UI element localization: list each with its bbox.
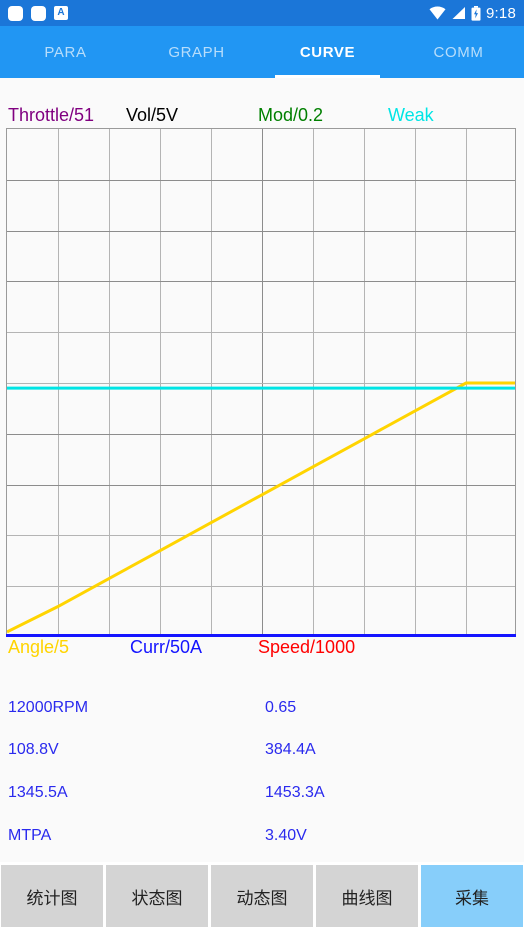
chart-series-angle-5 (7, 381, 515, 634)
readout-throttle-voltage: 3.40V (265, 827, 307, 844)
readout-row: 12000RPM 0.65 (0, 698, 524, 740)
tab-curve-label: CURVE (299, 43, 356, 61)
bottom-button-bar: 统计图 状态图 动态图 曲线图 采集 (0, 862, 524, 930)
legend-item-mod: Mod/0.2 (258, 105, 324, 125)
legend-item-weak: Weak (388, 105, 434, 125)
wifi-icon (429, 6, 446, 20)
readout-voltage: 108.8V (8, 741, 59, 758)
readout-current-id: 1345.5A (8, 784, 68, 801)
button-status-chart[interactable]: 状态图 (106, 865, 208, 927)
tab-bar: PARA GRAPH CURVE COMM (0, 26, 524, 78)
readout-current-iq: 1453.3A (265, 784, 325, 801)
tab-para-label: PARA (44, 43, 87, 61)
battery-icon (471, 5, 481, 21)
legend-item-speed: Speed/1000 (258, 637, 356, 657)
readout-current-phase: 384.4A (265, 741, 316, 758)
legend-item-curr: Curr/50A (130, 637, 203, 657)
tab-para[interactable]: PARA (0, 26, 131, 78)
tab-curve[interactable]: CURVE (262, 26, 393, 78)
readout-row: 1345.5A 1453.3A (0, 783, 524, 825)
button-acquire[interactable]: 采集 (421, 865, 523, 927)
button-curve-chart[interactable]: 曲线图 (316, 865, 418, 927)
notification-a-glyph: A (57, 7, 65, 18)
curve-chart-panel: Throttle/51 Vol/5V Mod/0.2 Weak Angle/5 … (0, 78, 524, 670)
readout-panel: 12000RPM 0.65 108.8V 384.4A 1345.5A 1453… (0, 690, 524, 860)
status-bar: A 9:18 (0, 0, 524, 26)
notification-square-icon (31, 5, 46, 21)
tab-comm-label: COMM (433, 43, 484, 61)
legend-item-throttle: Throttle/51 (8, 105, 95, 125)
chart-plot-area[interactable] (6, 128, 516, 636)
status-bar-notifications: A (8, 5, 68, 21)
legend-item-angle: Angle/5 (8, 637, 70, 657)
chart-legend-top: Throttle/51 Vol/5V Mod/0.2 Weak (0, 104, 524, 130)
signal-icon (452, 7, 465, 19)
readout-control-mode: MTPA (8, 827, 52, 844)
status-bar-system-icons: 9:18 (429, 5, 516, 22)
tab-graph[interactable]: GRAPH (131, 26, 262, 78)
app-root: A 9:18 PARA GRAPH CURVE COMM Throttle/51… (0, 0, 524, 930)
readout-modulation: 0.65 (265, 699, 297, 716)
chart-series-layer (7, 381, 515, 634)
chart-legend-bottom: Angle/5 Curr/50A Speed/1000 (0, 636, 524, 662)
notification-a-icon: A (54, 6, 68, 20)
button-statistics-chart[interactable]: 统计图 (1, 865, 103, 927)
button-dynamic-chart[interactable]: 动态图 (211, 865, 313, 927)
tab-comm[interactable]: COMM (393, 26, 524, 78)
status-bar-clock: 9:18 (486, 4, 516, 22)
tab-graph-label: GRAPH (168, 43, 225, 61)
legend-item-vol: Vol/5V (126, 105, 179, 125)
readout-speed-rpm: 12000RPM (8, 699, 89, 716)
notification-square-icon (8, 5, 23, 21)
readout-row: 108.8V 384.4A (0, 740, 524, 782)
